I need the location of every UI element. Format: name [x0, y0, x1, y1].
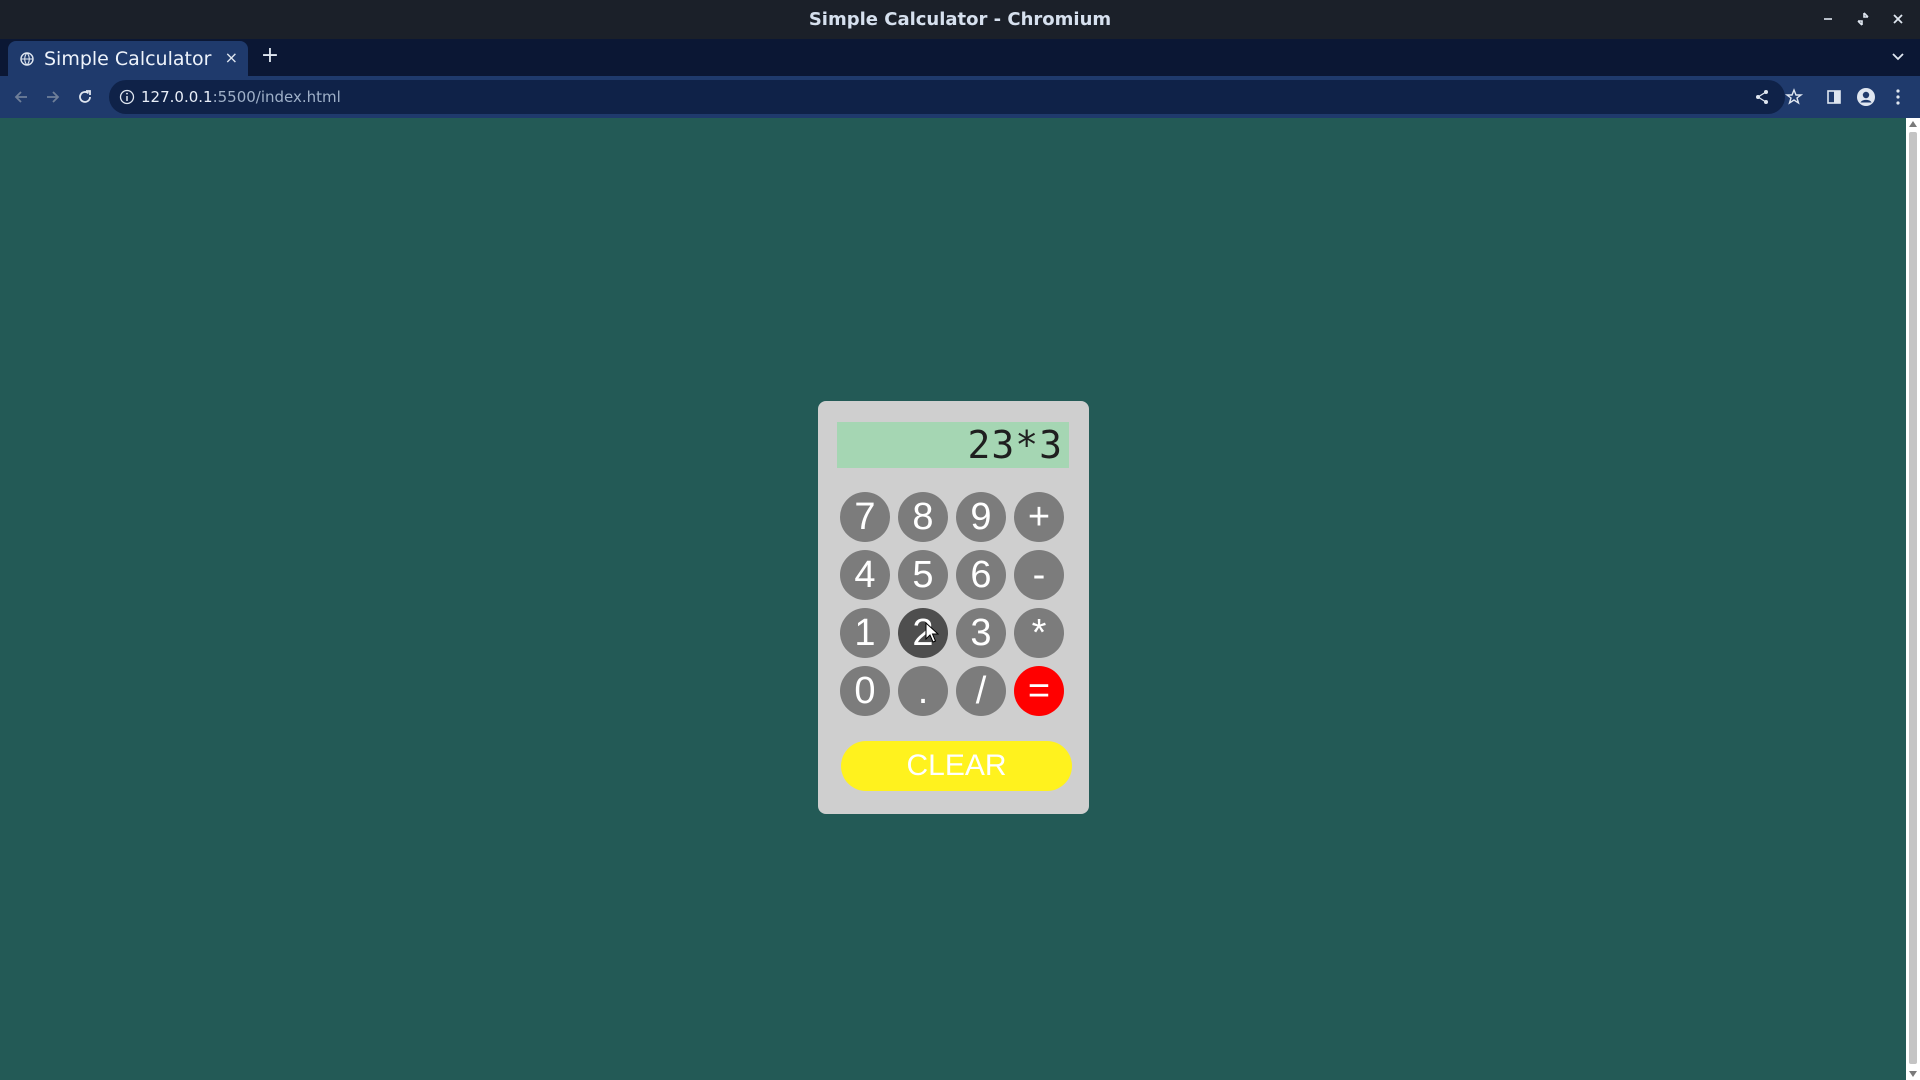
share-icon[interactable] [1752, 87, 1772, 107]
key-8[interactable]: 8 [898, 492, 948, 542]
forward-icon[interactable] [43, 87, 63, 107]
profile-icon[interactable] [1856, 87, 1876, 107]
key-multiply[interactable]: * [1014, 608, 1064, 658]
url-text: 127.0.0.1:5500/index.html [141, 88, 341, 106]
address-bar[interactable]: 127.0.0.1:5500/index.html [109, 80, 1785, 114]
minimize-icon[interactable] [1818, 9, 1838, 29]
menu-icon[interactable] [1888, 87, 1908, 107]
chevron-down-icon[interactable] [1888, 46, 1908, 66]
calculator: 23*3 7 8 9 + 4 5 6 - 1 2 3 * 0 . / = CLE… [818, 401, 1089, 814]
scrollbar-thumb[interactable] [1909, 132, 1917, 1064]
key-divide[interactable]: / [956, 666, 1006, 716]
star-icon[interactable] [1784, 87, 1804, 107]
key-4[interactable]: 4 [840, 550, 890, 600]
new-tab-button[interactable]: + [260, 43, 280, 68]
scroll-down-icon[interactable] [1909, 1071, 1917, 1077]
tab-strip: Simple Calculator × + [0, 39, 1920, 76]
tab-simple-calculator[interactable]: Simple Calculator × [8, 41, 248, 76]
key-7[interactable]: 7 [840, 492, 890, 542]
key-2[interactable]: 2 [898, 608, 948, 658]
key-plus[interactable]: + [1014, 492, 1064, 542]
url-host: 127.0.0.1 [141, 88, 213, 106]
sidepanel-icon[interactable] [1824, 87, 1844, 107]
tab-label: Simple Calculator [44, 48, 212, 70]
globe-icon [20, 51, 34, 66]
scroll-up-icon[interactable] [1909, 121, 1917, 127]
url-path: :5500/index.html [212, 88, 341, 106]
window-titlebar: Simple Calculator - Chromium [0, 0, 1920, 39]
key-9[interactable]: 9 [956, 492, 1006, 542]
info-icon[interactable] [119, 89, 135, 105]
mouse-pointer-icon [925, 621, 940, 644]
restore-icon[interactable] [1853, 9, 1873, 29]
close-window-icon[interactable] [1888, 9, 1908, 29]
window-title: Simple Calculator - Chromium [808, 9, 1112, 30]
key-1[interactable]: 1 [840, 608, 890, 658]
key-0[interactable]: 0 [840, 666, 890, 716]
back-icon[interactable] [11, 87, 31, 107]
tab-close-icon[interactable]: × [225, 48, 238, 67]
key-3[interactable]: 3 [956, 608, 1006, 658]
clear-button[interactable]: CLEAR [841, 741, 1072, 791]
key-minus[interactable]: - [1014, 550, 1064, 600]
key-5[interactable]: 5 [898, 550, 948, 600]
key-6[interactable]: 6 [956, 550, 1006, 600]
key-equals[interactable]: = [1014, 666, 1064, 716]
reload-icon[interactable] [75, 87, 95, 107]
calculator-display: 23*3 [837, 422, 1069, 468]
key-decimal[interactable]: . [898, 666, 948, 716]
browser-toolbar: 127.0.0.1:5500/index.html [0, 76, 1920, 118]
vertical-scrollbar[interactable] [1906, 118, 1920, 1080]
